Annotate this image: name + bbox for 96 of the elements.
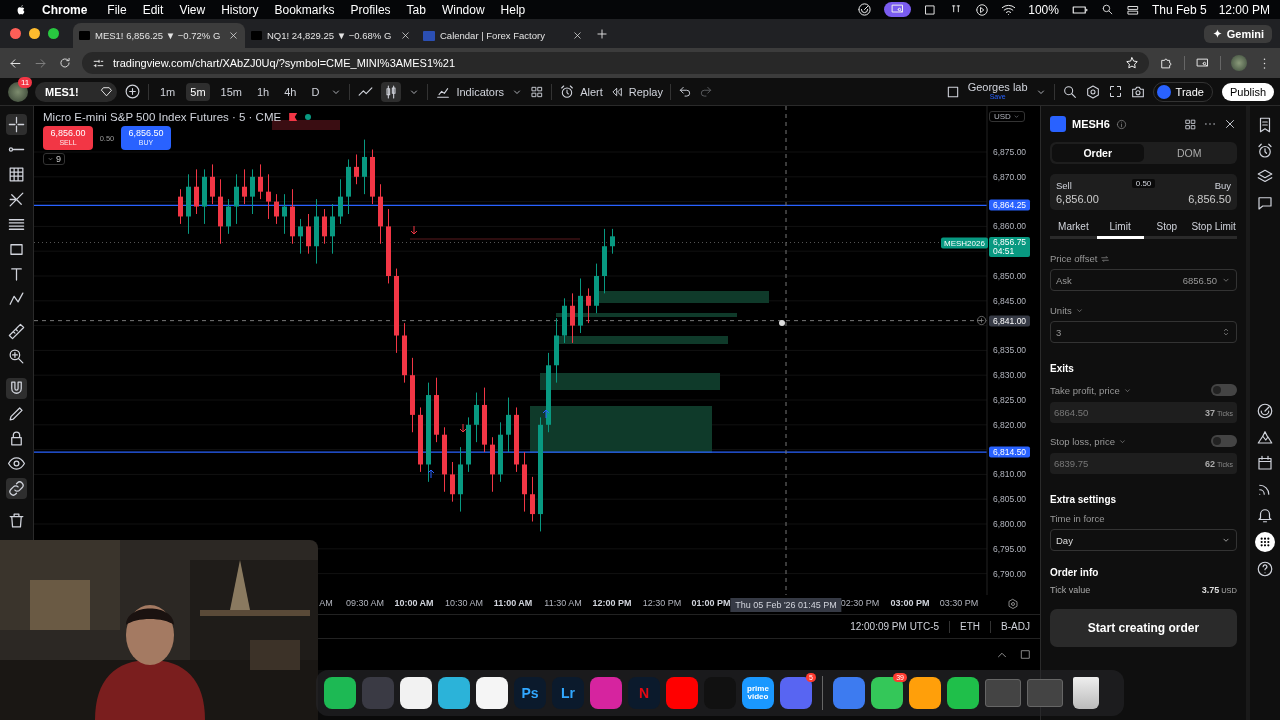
chart-title: Micro E-mini S&P 500 Index Futures · 5 · CME [43,111,282,123]
menu-item[interactable]: Bookmarks [266,2,343,17]
field-label: Price offset [1050,253,1098,264]
price-axis-label: 6,810.00 [993,469,1027,480]
status-toggle[interactable]: ETH [960,621,981,632]
menu-item[interactable]: Tab [398,2,434,17]
section-heading: Exits [1050,363,1075,374]
time-axis-label: 03:00 PM [890,598,930,608]
interval-button[interactable]: 1m [156,82,180,101]
order-type-tab[interactable]: Stop [1143,218,1191,239]
battery-percent: 100% [1028,2,1059,17]
sell-price-button[interactable]: Sell 6,856.00 [1050,174,1132,210]
crosshair-time-tag: Thu 05 Feb '26 01:45 PM [730,598,842,612]
price-axis-label: 6,830.00 [993,370,1027,381]
time-axis-label: AM [319,598,333,608]
browser-tab[interactable]: MES1! 6,856.25 ▼ −0.72% G [73,23,245,48]
section-heading: Order info [1050,567,1100,578]
price-axis-label: 6,875.00 [993,147,1027,157]
status-toggle[interactable]: B-ADJ [1001,621,1030,632]
start-order-button[interactable]: Start creating order [1050,609,1237,647]
interval-button[interactable]: 5m [186,82,210,101]
interval-button[interactable]: D [307,82,324,101]
price-axis-label: 6,805.00 [993,494,1027,505]
interval-button[interactable]: 1h [252,82,274,101]
crosshair-price-tag: 6,841.00 [989,315,1031,327]
app-icon[interactable]: Lr [552,677,584,709]
price-axis-label: 6,790.00 [993,568,1027,579]
price-axis-label: 6,825.00 [993,395,1027,405]
field-label: Time in force [1050,513,1105,524]
price-offset-select[interactable]: Ask 6856.50 [1050,269,1237,291]
units-selector[interactable]: Units [1050,305,1072,316]
time-axis-label: 10:30 AM [445,598,483,608]
price-axis-label: 6,860.00 [993,221,1027,232]
menu-item[interactable]: Profiles [342,2,399,17]
menu-date[interactable]: Thu Feb 5 [1151,2,1207,17]
app-menu[interactable]: Chrome [28,2,100,17]
menu-item[interactable]: Window [433,2,493,17]
time-axis-label: 02:30 PM [840,598,880,608]
time-axis-label: 11:30 AM [544,598,582,608]
address-field[interactable]: tradingview.com/chart/XAbZJ0Uq/?symbol=CME_MINI%3AMES1%21 [82,52,1149,74]
price-axis-label: 6,870.00 [993,171,1027,182]
menu-item[interactable]: Edit [134,2,172,17]
price-axis-label: 6,835.00 [993,345,1027,356]
last-price-tag: 6,856.75 04:51 [989,236,1031,257]
price-axis-label: 6,800.00 [993,519,1027,529]
order-type-tab[interactable]: Limit [1096,218,1144,239]
time-axis-label: 10:00 AM [394,598,434,608]
time-axis-label: 12:00 PM [592,598,632,608]
menu-item[interactable]: History [213,2,267,17]
units-field[interactable]: 3 [1050,321,1237,343]
exit-type-selector[interactable]: Stop loss, price [1050,435,1115,447]
info-label: Tick value [1050,585,1091,595]
time-in-force-select[interactable]: Day [1050,529,1237,551]
browser-tab[interactable]: Calendar | Forex Factory [417,23,589,48]
panel-symbol: MESH6 [1072,118,1110,130]
time-axis-label: 09:30 AM [346,598,384,608]
interval-button[interactable]: 15m [216,82,246,101]
price-axis-label: 6,845.00 [993,295,1027,306]
indicators-button[interactable]: Indicators [435,83,505,100]
price-axis-label: 6,820.00 [993,419,1027,430]
spread-value: 0.50 [1131,179,1156,188]
section-heading: Extra settings [1050,494,1118,505]
price-line-tag: 6,814.50 [989,446,1031,458]
menu-item[interactable]: File [99,2,135,17]
time-axis-label: 03:30 PM [939,598,979,608]
time-axis-label: 11:00 AM [493,598,533,608]
gemini-button[interactable]: Gemini [1203,24,1272,43]
menu-item[interactable]: Help [492,2,534,17]
interval-button[interactable]: 4h [280,82,301,101]
indicators-toggle[interactable]: 9 [43,153,65,165]
alert-button[interactable]: Alert [559,83,603,100]
mode-tab[interactable]: Order [1052,144,1144,162]
browser-tab[interactable]: NQ1! 24,829.25 ▼ −0.68% G [245,23,417,48]
time-axis-label: 01:00 PM [691,598,731,608]
symbol-search-field[interactable]: MES1! [35,81,117,102]
replay-button[interactable]: Replay [609,84,663,99]
app-icon[interactable]: N [628,677,660,709]
menu-time[interactable]: 12:00 PM [1218,2,1270,17]
order-mode-switch[interactable]: Order DOM [1050,142,1237,164]
menu-item[interactable]: View [171,2,214,17]
app-icon[interactable]: Ps [514,677,546,709]
currency-selector[interactable]: USD [989,111,1025,122]
price-axis-label: 6,850.00 [993,271,1027,281]
order-type-tab[interactable]: Stop Limit [1190,218,1237,239]
time-axis-label: 12:30 PM [642,598,682,608]
symbol-tag: MESH2026 [941,237,988,248]
order-type-tab[interactable]: Market [1050,218,1097,239]
exit-type-selector[interactable]: Take profit, price [1050,384,1120,396]
price-axis-label: 6,795.00 [993,543,1027,554]
mode-tab[interactable]: DOM [1143,144,1235,162]
price-line-tag: 6,864.25 [989,199,1031,211]
buy-price-button[interactable]: Buy 6,856.50 [1155,174,1237,210]
session-clock: 12:00:09 PM UTC-5 [850,621,940,632]
layout-name[interactable]: Georges lab [967,81,1028,92]
notification-badge: 11 [18,76,33,88]
publish-button[interactable]: Publish [1221,82,1274,101]
